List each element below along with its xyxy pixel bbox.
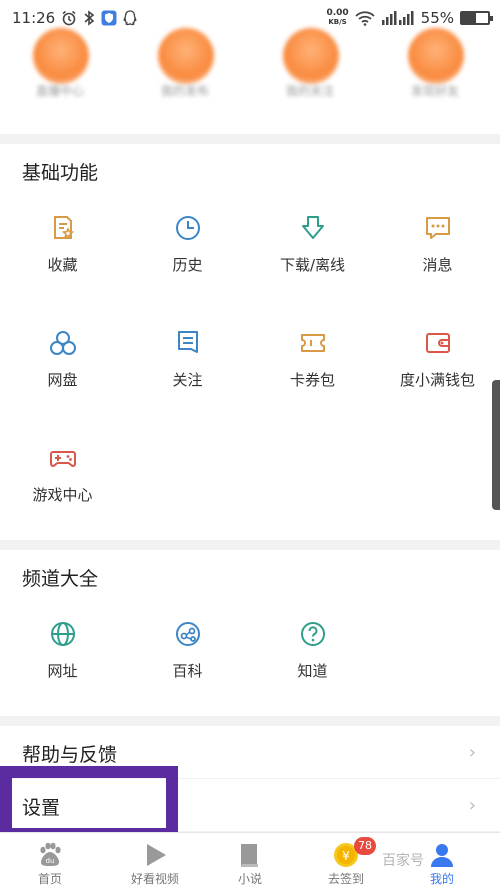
grid-item-label: 度小满钱包 [399, 371, 475, 389]
status-left: 11:26 [12, 9, 137, 27]
play-icon [147, 844, 166, 866]
quick-link-icon [33, 28, 89, 84]
quick-link-icon [158, 28, 214, 84]
grid-item-label: 卡券包 [289, 371, 335, 389]
quick-link[interactable]: 我的发布 [140, 28, 230, 134]
status-time: 11:26 [12, 9, 56, 27]
grid-item-label: 网址 [47, 662, 78, 680]
network-speed: 0.00 KB/S [326, 9, 348, 27]
grid-item-message[interactable]: 消息 [375, 214, 500, 304]
nav-home[interactable]: du 首页 [0, 837, 100, 889]
nav-checkin[interactable]: ¥ 78 去签到 [296, 837, 396, 889]
nav-label: 首页 [37, 872, 62, 886]
net-speed-value: 0.00 [326, 8, 349, 18]
quick-link-label: 发现好友 [410, 84, 459, 98]
watermark: 百家号 [382, 853, 424, 869]
nav-label: 我的 [429, 872, 454, 886]
quick-link[interactable]: 直播中心 [15, 28, 105, 134]
grid-item-encyclopedia[interactable]: 百科 [125, 620, 250, 710]
message-icon [425, 217, 450, 239]
clock-icon [175, 216, 200, 240]
grid-item-label: 关注 [172, 371, 203, 389]
question-icon [300, 622, 325, 646]
status-right: 0.00 KB/S 55% [326, 9, 493, 27]
wallet-icon [425, 333, 450, 353]
alarm-icon [61, 10, 77, 26]
battery-icon [460, 11, 493, 25]
profile-icon [431, 844, 453, 867]
grid-item-websites[interactable]: 网址 [0, 620, 125, 710]
section-title-basic: 基础功能 [22, 162, 99, 184]
grid-item-label: 百科 [172, 662, 203, 680]
encyclopedia-icon [175, 622, 200, 646]
grid-item-wallet[interactable]: 度小满钱包 [375, 329, 500, 419]
cloud-disk-icon [49, 331, 76, 355]
quick-link-icon [283, 28, 339, 84]
download-icon [301, 216, 324, 239]
basic-functions-card: 基础功能 收藏 历史 下载/离线 消息 网盘 关注 卡券包 度小满钱包 游戏中心 [0, 144, 500, 540]
nav-label: 小说 [237, 872, 262, 886]
signal-icon [381, 10, 415, 26]
globe-icon [50, 622, 75, 646]
grid-item-label: 下载/离线 [279, 256, 346, 274]
net-speed-unit: KB/S [328, 18, 347, 26]
grid-item-download[interactable]: 下载/离线 [250, 214, 375, 304]
grid-item-zhidao[interactable]: 知道 [250, 620, 375, 710]
checkin-badge: 78 [354, 837, 376, 855]
grid-item-label: 历史 [172, 256, 203, 274]
shield-app-icon [101, 10, 117, 26]
chevron-right-icon: › [468, 742, 476, 763]
quick-link[interactable]: 我的关注 [265, 28, 355, 134]
favorite-icon [53, 216, 74, 239]
quick-links-card: 直播中心 我的发布 我的关注 发现好友 [0, 28, 500, 134]
grid-item-label: 消息 [422, 256, 453, 274]
follow-icon [177, 331, 198, 353]
grid-item-label: 网盘 [47, 371, 78, 389]
quick-link-label: 我的关注 [285, 84, 334, 98]
grid-item-label: 游戏中心 [32, 486, 93, 504]
grid-item-ticket[interactable]: 卡券包 [250, 329, 375, 419]
svg-text:du: du [46, 857, 55, 865]
grid-item-cloud-disk[interactable]: 网盘 [0, 329, 125, 419]
quick-link-label: 直播中心 [35, 84, 84, 98]
bottom-nav: du 首页 好看视频 小说 ¥ 78 去签到 我的 [0, 832, 500, 889]
ticket-icon [300, 334, 325, 352]
channels-card: 频道大全 网址 百科 知道 [0, 550, 500, 716]
scroll-indicator [492, 380, 500, 510]
battery-percent: 55% [420, 9, 454, 27]
wifi-icon [355, 10, 375, 26]
nav-label: 好看视频 [130, 872, 179, 886]
grid-item-favorite[interactable]: 收藏 [0, 214, 125, 304]
section-title-channels: 频道大全 [22, 568, 99, 590]
grid-item-game-center[interactable]: 游戏中心 [0, 444, 125, 534]
paw-icon: du [40, 842, 61, 866]
nav-label: 去签到 [327, 872, 364, 886]
qq-icon [123, 10, 137, 26]
quick-link-icon [408, 28, 464, 84]
settings-row[interactable]: 设置 › [0, 779, 500, 831]
grid-item-label: 收藏 [47, 256, 78, 274]
chevron-right-icon: › [468, 795, 476, 816]
grid-item-follow[interactable]: 关注 [125, 329, 250, 419]
grid-item-label: 知道 [297, 662, 328, 680]
svg-text:¥: ¥ [342, 849, 350, 863]
help-feedback-row[interactable]: 帮助与反馈 › [0, 726, 500, 778]
bluetooth-icon [83, 10, 95, 26]
settings-label: 设置 [22, 797, 61, 819]
help-feedback-label: 帮助与反馈 [22, 744, 118, 766]
nav-video[interactable]: 好看视频 [105, 837, 205, 889]
quick-link-label: 我的发布 [160, 84, 209, 98]
nav-novel[interactable]: 小说 [200, 837, 300, 889]
book-icon [241, 844, 258, 867]
quick-link[interactable]: 发现好友 [390, 28, 480, 134]
gamepad-icon [49, 451, 76, 467]
grid-item-history[interactable]: 历史 [125, 214, 250, 304]
